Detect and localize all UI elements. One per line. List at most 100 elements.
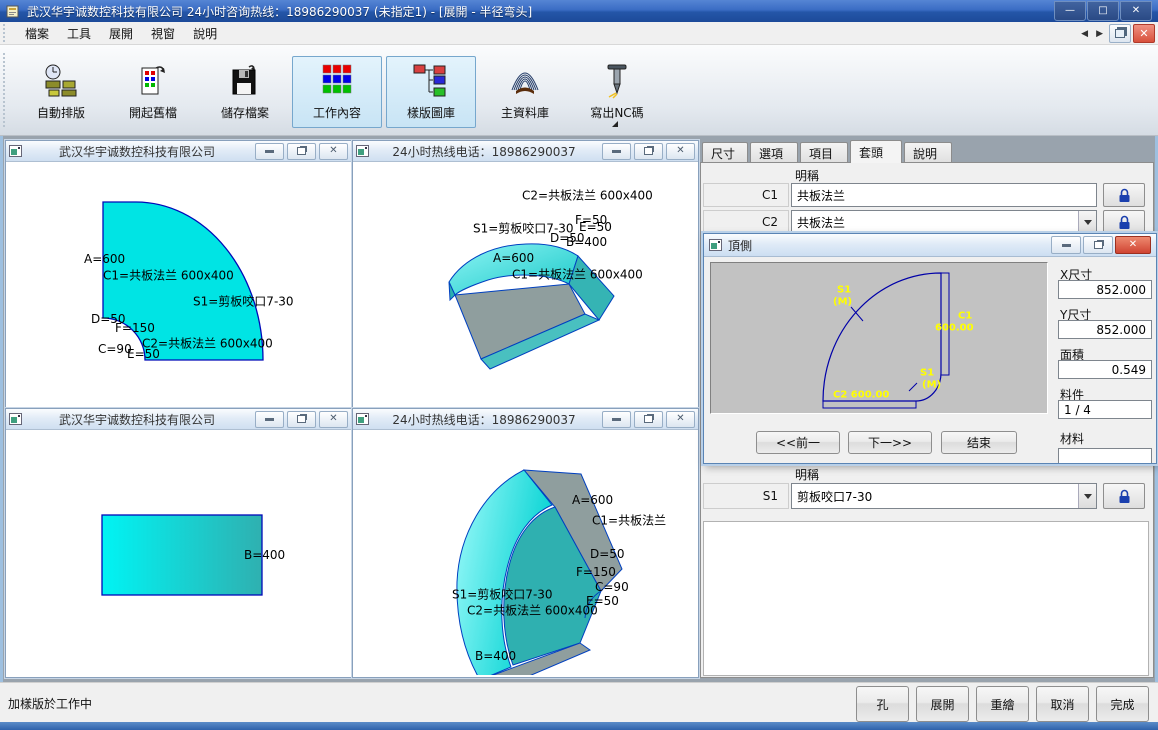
child-window-flat-pattern[interactable]: 武汉华宇诚数控科技有限公司 ✕ A=600C1=共板法兰 600x400S1=剪… — [5, 140, 352, 408]
minimize-button[interactable]: — — [1054, 1, 1086, 21]
toolbar-button-open-file[interactable]: 開起舊檔 — [108, 56, 198, 128]
dialog-titlebar[interactable]: 頂側 ✕ — [704, 234, 1156, 257]
close-button[interactable]: ✕ — [1120, 1, 1152, 21]
drawing-label: C=90 — [595, 580, 629, 594]
cancel-button[interactable]: 取消 — [1036, 686, 1089, 722]
tab-description[interactable]: 說明 — [904, 142, 952, 163]
x-size-value: 852.000 — [1096, 283, 1146, 297]
child-close-button[interactable]: ✕ — [1133, 24, 1155, 43]
menu-item-window[interactable]: 視窗 — [142, 23, 184, 44]
part-count-field[interactable]: 1 / 4 — [1058, 400, 1152, 419]
profile-drawing-area[interactable]: S1(M)C1600.00S1(M)C2 600.00 — [710, 262, 1048, 414]
restore-button[interactable] — [287, 411, 316, 428]
next-button[interactable]: 下一>> — [848, 431, 932, 454]
restore-button[interactable] — [287, 143, 316, 160]
material-field[interactable] — [1058, 448, 1152, 464]
close-button[interactable]: ✕ — [666, 143, 695, 160]
redraw-button[interactable]: 重繪 — [976, 686, 1029, 722]
close-button[interactable]: ✕ — [319, 411, 348, 428]
drawing-label: C2 600.00 — [833, 390, 889, 401]
c2-lock-button[interactable] — [1103, 210, 1145, 234]
dialog-top-side[interactable]: 頂側 ✕ S1(M)C1600.00S1(M)C2 600.00 X尺寸 852… — [703, 233, 1157, 464]
tab-label: 項目 — [809, 145, 833, 162]
drawing-label: B=400 — [475, 649, 516, 663]
chevron-down-icon[interactable] — [1078, 211, 1096, 233]
menu-item-file[interactable]: 檔案 — [16, 23, 58, 44]
previous-button[interactable]: <<前一 — [756, 431, 840, 454]
area-value: 0.549 — [1112, 363, 1146, 377]
window-title: 武汉华宇诚数控科技有限公司 24小时咨询热线：18986290037 (未指定1… — [27, 3, 532, 20]
child-window-rect-pattern[interactable]: 武汉华宇诚数控科技有限公司 ✕ B=400 — [5, 408, 352, 678]
chevron-down-icon[interactable] — [1078, 484, 1096, 508]
toolbar-button-save-file[interactable]: 儲存檔案 — [200, 56, 290, 128]
toolbar-button-label: 自動排版 — [37, 104, 85, 121]
tab-dimensions[interactable]: 尺寸 — [702, 142, 748, 163]
maximize-button[interactable]: □ — [1087, 1, 1119, 21]
minimize-button[interactable] — [255, 411, 284, 428]
title-bar[interactable]: 武汉华宇诚数控科技有限公司 24小时咨询热线：18986290037 (未指定1… — [0, 0, 1158, 22]
drawing-canvas[interactable]: A=600C1=共板法兰 600x400S1=剪板咬口7-30D=50F=150… — [7, 162, 350, 406]
restore-button[interactable] — [634, 143, 663, 160]
minimize-button[interactable] — [255, 143, 284, 160]
area-field[interactable]: 0.549 — [1058, 360, 1152, 379]
menu-item-tools[interactable]: 工具 — [58, 23, 100, 44]
drawing-canvas[interactable]: A=600C1=共板法兰D=50F=150C=90S1=剪板咬口7-30E=50… — [354, 430, 697, 676]
child-window-3d-view-bottom[interactable]: 24小时热线电话：18986290037 ✕ A=600C1=共板法兰D=50F… — [352, 408, 699, 678]
toolbar-button-label: 工作內容 — [313, 104, 361, 121]
c1-name-field[interactable]: 共板法兰 — [791, 183, 1097, 207]
tab-connector[interactable]: 套頭 — [850, 140, 902, 163]
x-size-field[interactable]: 852.000 — [1058, 280, 1152, 299]
close-button[interactable]: ✕ — [1115, 236, 1151, 254]
close-icon: ✕ — [329, 414, 337, 424]
close-button[interactable]: ✕ — [666, 411, 695, 428]
toolbar-button-template-library[interactable]: 樣版圖庫 — [386, 56, 476, 128]
lock-icon — [1118, 489, 1131, 504]
restore-button[interactable] — [1083, 236, 1113, 254]
hole-button[interactable]: 孔 — [856, 686, 909, 722]
nav-back-icon[interactable]: ◀ — [1077, 29, 1092, 39]
child-window-3d-view-top[interactable]: 24小时热线电话：18986290037 ✕ C2=共板法兰 600x400S1… — [352, 140, 699, 408]
row-id-c1: C1 — [703, 183, 789, 207]
child-window-titlebar[interactable]: 武汉华宇诚数控科技有限公司 ✕ — [6, 409, 351, 430]
child-restore-button[interactable] — [1109, 24, 1131, 43]
child-window-titlebar[interactable]: 24小时热线电话：18986290037 ✕ — [353, 141, 698, 162]
material-label: 材料 — [1060, 430, 1084, 447]
name-column-header: 明稱 — [795, 466, 819, 483]
minimize-button[interactable] — [602, 143, 631, 160]
tab-items[interactable]: 項目 — [800, 142, 848, 163]
detail-list-area[interactable] — [703, 521, 1149, 676]
unfold-button[interactable]: 展開 — [916, 686, 969, 722]
drawing-canvas[interactable]: C2=共板法兰 600x400S1=剪板咬口7-30F=50E=50D=50B=… — [354, 162, 697, 406]
restore-icon — [297, 147, 306, 155]
restore-button[interactable] — [634, 411, 663, 428]
c2-name-dropdown[interactable]: 共板法兰 — [791, 210, 1097, 234]
toolbar-button-work-content[interactable]: 工作內容 — [292, 56, 382, 128]
child-window-title: 武汉华宇诚数控科技有限公司 — [22, 411, 252, 428]
drawing-label: C1 — [958, 311, 972, 322]
child-window-titlebar[interactable]: 24小时热线电话：18986290037 ✕ — [353, 409, 698, 430]
toolbar-button-auto-nest[interactable]: 自動排版 — [16, 56, 106, 128]
toolbar-button-main-database[interactable]: 主資料庫 — [480, 56, 570, 128]
toolbar-expander-icon[interactable] — [612, 121, 618, 127]
s1-lock-button[interactable] — [1103, 483, 1145, 509]
complete-button[interactable]: 完成 — [1096, 686, 1149, 722]
document-icon — [9, 145, 22, 157]
s1-name-dropdown[interactable]: 剪板咬口7-30 — [791, 483, 1097, 509]
finish-button-label: 结束 — [967, 434, 991, 451]
y-size-value: 852.000 — [1096, 323, 1146, 337]
tab-options[interactable]: 選項 — [750, 142, 798, 163]
menu-item-unfold[interactable]: 展開 — [100, 23, 142, 44]
finish-button[interactable]: 结束 — [941, 431, 1017, 454]
child-window-titlebar[interactable]: 武汉华宇诚数控科技有限公司 ✕ — [6, 141, 351, 162]
drawing-canvas[interactable]: B=400 — [7, 430, 350, 676]
close-button[interactable]: ✕ — [319, 143, 348, 160]
lock-icon — [1118, 188, 1131, 203]
minimize-button[interactable] — [1051, 236, 1081, 254]
y-size-field[interactable]: 852.000 — [1058, 320, 1152, 339]
menu-item-help[interactable]: 說明 — [184, 23, 226, 44]
toolbar-button-write-nc[interactable]: 寫出NC碼 — [572, 56, 662, 128]
minimize-icon — [265, 150, 274, 153]
minimize-button[interactable] — [602, 411, 631, 428]
nav-forward-icon[interactable]: ▶ — [1092, 29, 1107, 39]
c1-lock-button[interactable] — [1103, 183, 1145, 207]
